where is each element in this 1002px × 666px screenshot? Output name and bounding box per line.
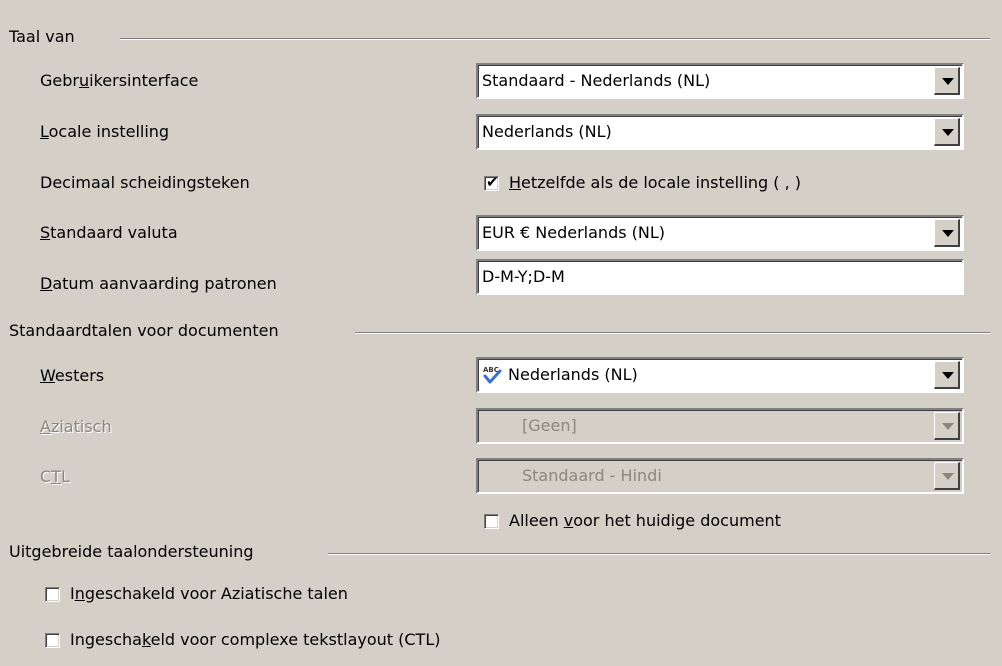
section-title-standaardtalen: Standaardtalen voor documenten <box>9 321 279 340</box>
checkbox-label: Hetzelfde als de locale instelling ( , ) <box>509 173 802 192</box>
input-value: D-M-Y;D-M <box>482 267 565 286</box>
dropdown-button[interactable] <box>934 412 960 440</box>
separator <box>120 38 990 40</box>
dropdown-value: Nederlands (NL) <box>508 365 638 384</box>
dropdown-value: Standaard - Hindi <box>522 466 662 485</box>
dropdown-button[interactable] <box>934 361 960 389</box>
chevron-down-icon <box>942 473 954 480</box>
label-aziatisch: Aziatisch <box>40 417 112 436</box>
label-decimaal-scheidingsteken: Decimaal scheidingsteken <box>40 173 250 192</box>
label-locale-instelling: Locale instelling <box>40 122 170 141</box>
label-standaard-valuta: Standaard valuta <box>40 223 178 242</box>
label-ctl: CTL <box>40 467 70 486</box>
checkbox-label: Ingeschakeld voor Aziatische talen <box>70 584 348 603</box>
dropdown-button[interactable] <box>934 67 960 95</box>
default-currency-dropdown[interactable]: EUR € Nederlands (NL) <box>476 215 964 251</box>
date-patterns-input[interactable]: D-M-Y;D-M <box>476 259 964 295</box>
chevron-down-icon <box>942 129 954 136</box>
dropdown-value: Nederlands (NL) <box>482 122 612 141</box>
dropdown-value: EUR € Nederlands (NL) <box>482 223 666 242</box>
user-interface-language-dropdown[interactable]: Standaard - Nederlands (NL) <box>476 63 964 99</box>
chevron-down-icon <box>942 423 954 430</box>
dropdown-value: [Geen] <box>522 416 577 435</box>
ctl-language-dropdown[interactable]: Standaard - Hindi <box>476 458 964 494</box>
label-westers: Westers <box>40 366 105 385</box>
asian-languages-checkbox[interactable] <box>45 586 60 602</box>
section-title-taal-van: Taal van <box>9 27 75 46</box>
checkbox-label: Ingeschakeld voor complexe tekstlayout (… <box>70 630 441 649</box>
chevron-down-icon <box>942 230 954 237</box>
same-as-locale-checkbox[interactable]: ✔ <box>484 172 499 191</box>
complex-text-layout-checkbox[interactable] <box>45 632 60 648</box>
current-document-only-checkbox-row[interactable]: Alleen voor het huidige document <box>484 511 781 531</box>
label-datum-patronen: Datum aanvaarding patronen <box>40 274 277 293</box>
section-title-uitgebreide: Uitgebreide taalondersteuning <box>9 542 254 561</box>
ctl-checkbox-row[interactable]: Ingeschakeld voor complexe tekstlayout (… <box>45 630 440 650</box>
dropdown-button[interactable] <box>934 219 960 247</box>
locale-setting-dropdown[interactable]: Nederlands (NL) <box>476 114 964 150</box>
checkbox-label: Alleen voor het huidige document <box>509 511 781 530</box>
asian-languages-checkbox-row[interactable]: Ingeschakeld voor Aziatische talen <box>45 584 348 604</box>
chevron-down-icon <box>942 78 954 85</box>
spellcheck-icon: ABC <box>483 366 502 384</box>
dropdown-button[interactable] <box>934 118 960 146</box>
separator <box>355 332 990 334</box>
chevron-down-icon <box>942 372 954 379</box>
dropdown-button[interactable] <box>934 462 960 490</box>
same-as-locale-checkbox-row[interactable]: ✔ Hetzelfde als de locale instelling ( ,… <box>484 173 801 193</box>
separator <box>328 553 990 555</box>
current-document-only-checkbox[interactable] <box>484 513 499 529</box>
checkmark-icon: ✔ <box>486 172 499 191</box>
label-gebruikersinterface: Gebruikersinterface <box>40 71 199 90</box>
asian-language-dropdown[interactable]: [Geen] <box>476 408 964 444</box>
western-language-dropdown[interactable]: ABC Nederlands (NL) <box>476 357 964 393</box>
dropdown-value: Standaard - Nederlands (NL) <box>482 71 711 90</box>
